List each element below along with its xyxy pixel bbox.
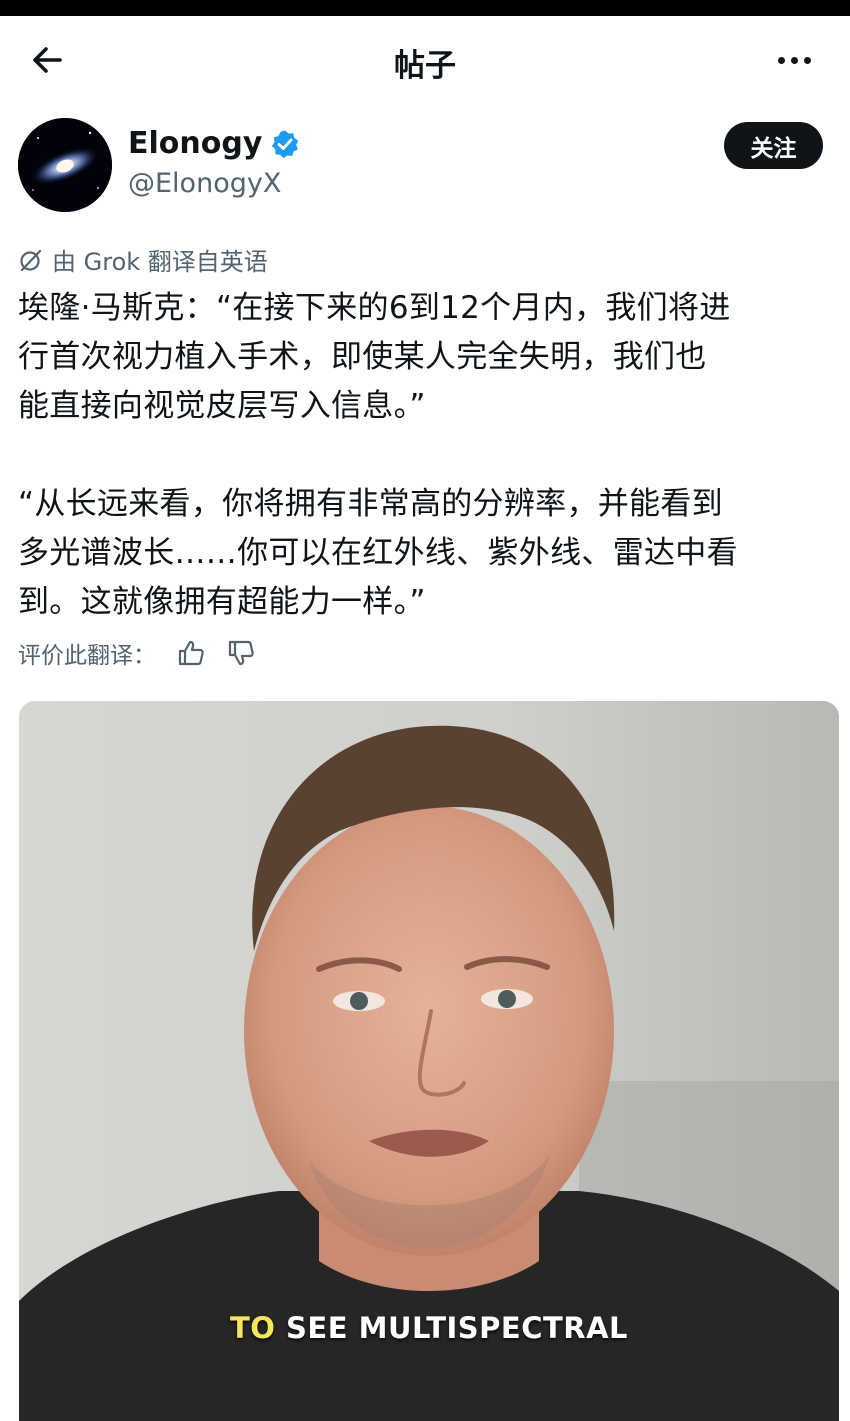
follow-button[interactable]: 关注 — [724, 122, 823, 169]
more-dot-icon — [790, 56, 798, 64]
post-line: 行首次视力植入手术，即使某人完全失明，我们也 — [18, 339, 707, 375]
status-bar — [0, 0, 850, 16]
post-paragraph: “从长远来看，你将拥有非常高的分辨率，并能看到 多光谱波长……你可以在红外线、紫… — [18, 480, 832, 627]
video-caption: TO SEE MULTISPECTRAL — [19, 1311, 839, 1345]
author-name-row: Elonogy — [128, 126, 300, 161]
post-paragraph: 埃隆·马斯克：“在接下来的6到12个月内，我们将进 行首次视力植入手术，即使某人… — [18, 284, 832, 431]
video-player[interactable]: TO SEE MULTISPECTRAL — [19, 701, 839, 1421]
video-caption-text: SEE MULTISPECTRAL — [275, 1311, 629, 1345]
post-screen: 帖子 Elonogy @ElonogyX 关注 由 Grok 翻译自英语 埃隆·… — [0, 16, 850, 1421]
more-dot-icon — [777, 56, 785, 64]
translation-note-text: 由 Grok 翻译自英语 — [52, 248, 268, 276]
author-handle: @ElonogyX — [128, 168, 282, 199]
author-name[interactable]: Elonogy — [128, 126, 262, 161]
video-caption-highlight: TO — [229, 1311, 276, 1345]
post-line: 能直接向视觉皮层写入信息。” — [18, 388, 426, 424]
more-options-button[interactable] — [772, 52, 816, 68]
avatar[interactable] — [18, 118, 112, 212]
thumbs-down-icon[interactable] — [226, 638, 256, 668]
post-line: “从长远来看，你将拥有非常高的分辨率，并能看到 — [18, 486, 723, 522]
galaxy-avatar-image — [18, 118, 112, 212]
translate-icon — [20, 249, 42, 271]
post-line: 埃隆·马斯克：“在接下来的6到12个月内，我们将进 — [18, 290, 731, 326]
thumbs-up-icon[interactable] — [176, 638, 206, 668]
more-dot-icon — [803, 56, 811, 64]
post-body: 埃隆·马斯克：“在接下来的6到12个月内，我们将进 行首次视力植入手术，即使某人… — [18, 284, 832, 627]
rate-translation: 评价此翻译： — [18, 636, 256, 670]
verified-badge-icon — [272, 130, 299, 158]
post-line: 多光谱波长……你可以在红外线、紫外线、雷达中看 — [18, 535, 738, 571]
header: 帖子 — [0, 16, 850, 108]
post-line: 到。这就像拥有超能力一样。” — [18, 584, 426, 620]
rate-translation-label: 评价此翻译： — [18, 643, 156, 669]
translation-note: 由 Grok 翻译自英语 — [18, 242, 268, 277]
page-title: 帖子 — [394, 48, 456, 84]
